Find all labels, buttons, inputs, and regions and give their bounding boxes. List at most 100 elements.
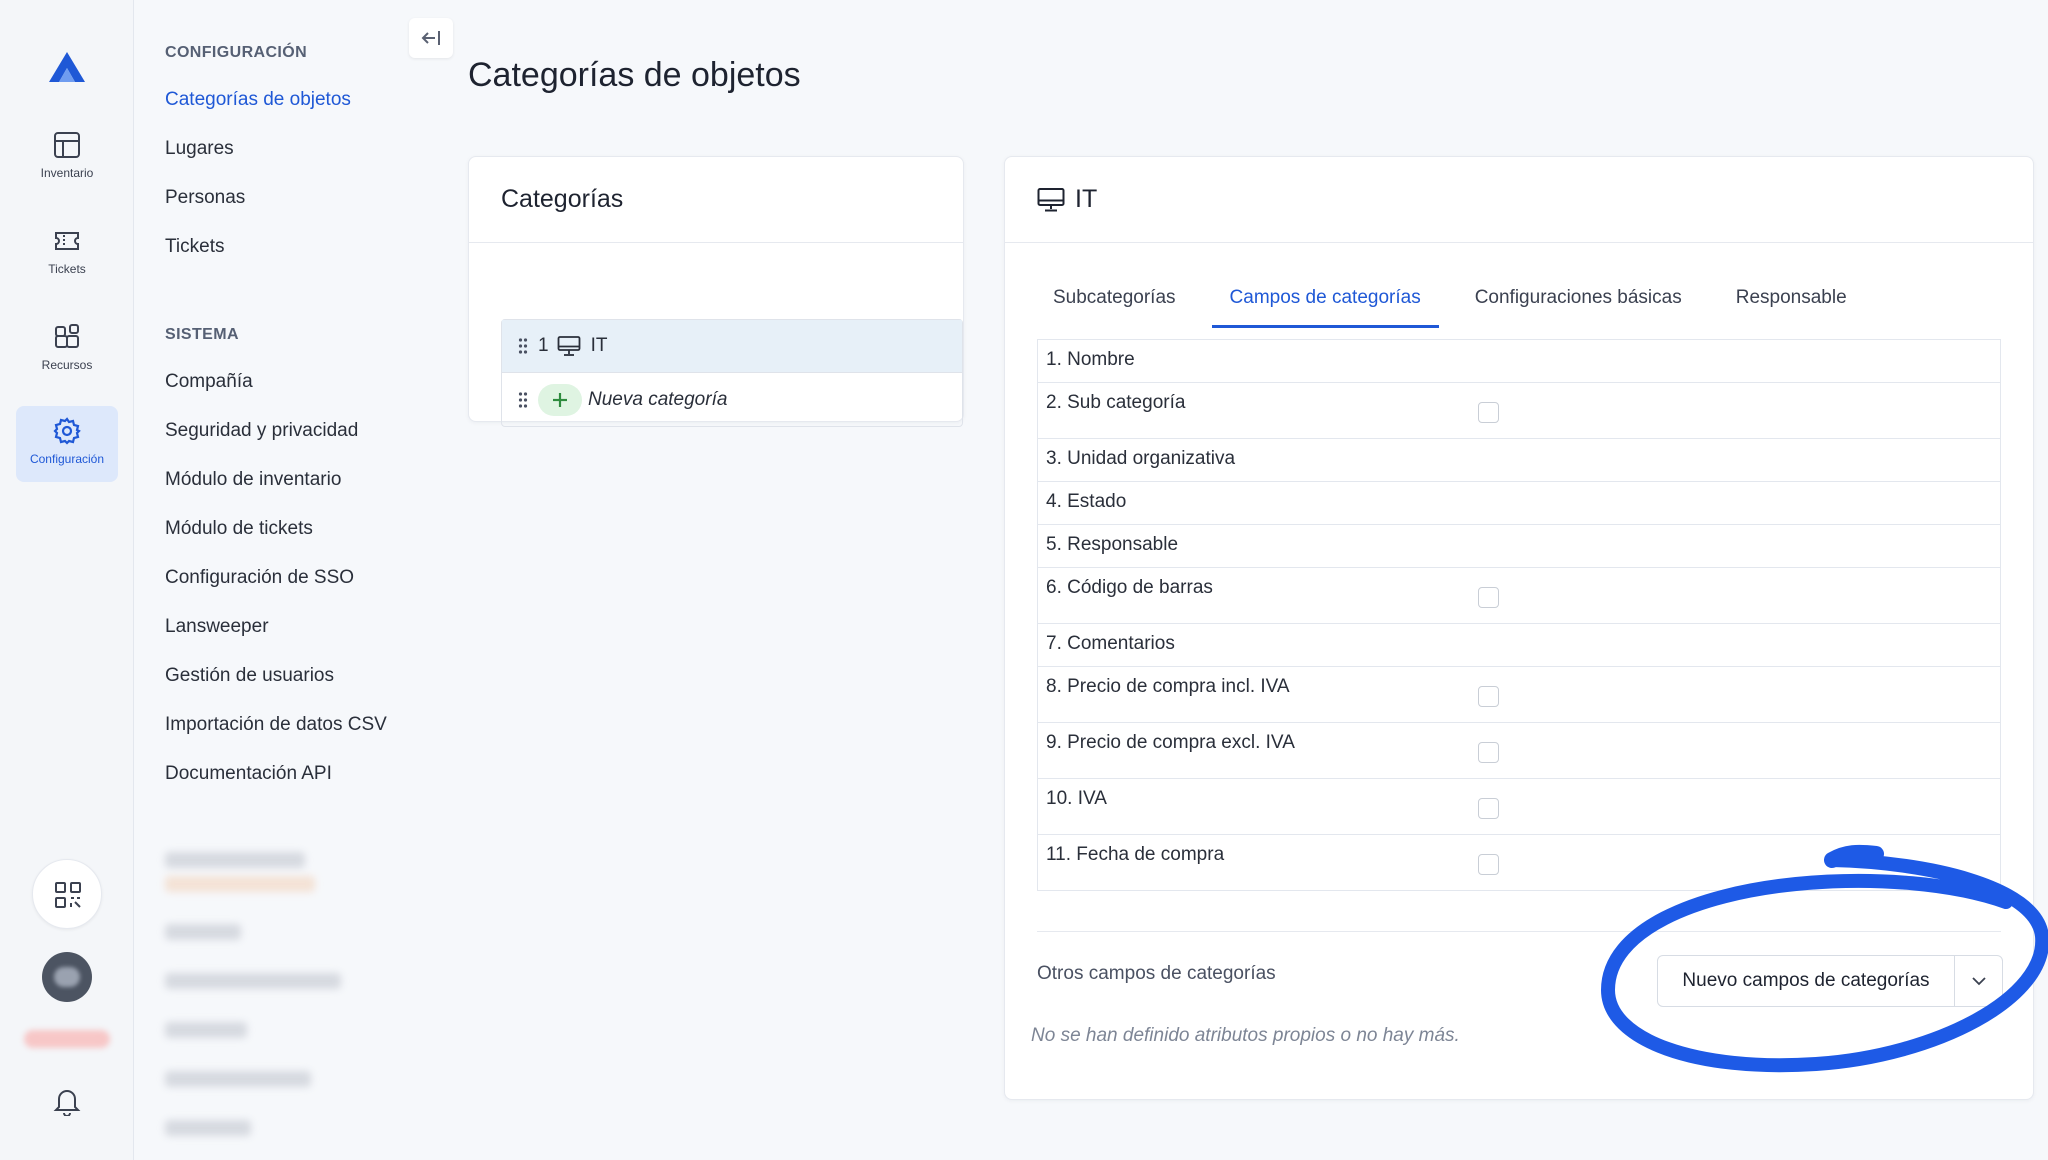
category-number: 1 — [538, 335, 549, 356]
field-label: 1. Nombre — [1046, 349, 1135, 370]
avatar[interactable] — [42, 952, 92, 1002]
blurred-menu-item — [165, 924, 241, 940]
field-label: 4. Estado — [1046, 491, 1127, 512]
field-label: 10. IVA — [1046, 788, 1107, 809]
new-category-row[interactable]: Nueva categoría — [502, 373, 962, 426]
collapse-left-icon — [421, 31, 440, 45]
category-fields-table: 1. Nombre 2. Sub categoría 3. Unidad org… — [1037, 339, 2001, 891]
menu-item-lugares[interactable]: Lugares — [165, 138, 234, 160]
ticket-icon — [55, 232, 79, 250]
field-row: 10. IVA — [1038, 779, 2000, 835]
category-detail-title: IT — [1075, 185, 1098, 213]
menu-item-compania[interactable]: Compañía — [165, 371, 253, 393]
new-field-button[interactable]: Nuevo campos de categorías — [1658, 956, 1954, 1006]
rail-item-recursos[interactable]: Recursos — [16, 312, 118, 388]
menu-item-modulo-tickets[interactable]: Módulo de tickets — [165, 518, 313, 540]
field-row: 8. Precio de compra incl. IVA — [1038, 667, 2000, 723]
blurred-menu-item — [165, 1022, 247, 1038]
categories-card: Categorías 1 IT Nueva categoría — [468, 156, 964, 427]
menu-item-sso[interactable]: Configuración de SSO — [165, 567, 354, 589]
menu-item-lansweeper[interactable]: Lansweeper — [165, 616, 269, 638]
new-field-split-button: Nuevo campos de categorías — [1657, 955, 2003, 1007]
app-logo-icon[interactable] — [47, 50, 87, 88]
field-label: 8. Precio de compra incl. IVA — [1046, 676, 1290, 697]
field-checkbox[interactable] — [1478, 798, 1499, 819]
rail-item-configuracion[interactable]: Configuración — [16, 406, 118, 482]
blurred-status-badge — [24, 1030, 110, 1048]
inventory-grid-icon — [54, 132, 80, 158]
field-label: 7. Comentarios — [1046, 633, 1175, 654]
rail-item-label: Configuración — [29, 452, 105, 466]
rail-item-inventario[interactable]: Inventario — [16, 120, 118, 196]
rail-item-label: Recursos — [41, 358, 93, 372]
field-checkbox[interactable] — [1478, 742, 1499, 763]
tab-responsable[interactable]: Responsable — [1718, 287, 1865, 328]
plus-icon — [553, 392, 567, 407]
empty-fields-note: No se han definido atributos propios o n… — [1031, 1025, 1460, 1046]
menu-section-heading: CONFIGURACIÓN — [165, 44, 308, 61]
menu-item-tickets[interactable]: Tickets — [165, 236, 224, 258]
icon-rail: Inventario Tickets Recursos Configuració… — [0, 0, 134, 1160]
tab-configuraciones-basicas[interactable]: Configuraciones básicas — [1457, 287, 1700, 328]
new-field-dropdown-toggle[interactable] — [1954, 956, 2002, 1006]
resources-icon — [55, 324, 79, 348]
collapse-menu-button[interactable] — [409, 18, 453, 58]
rail-item-label: Inventario — [40, 166, 94, 180]
monitor-icon — [557, 336, 580, 356]
category-detail-card: IT Subcategorías Campos de categorías Co… — [1004, 156, 2034, 1100]
field-row: 5. Responsable — [1038, 525, 2000, 568]
field-row: 6. Código de barras — [1038, 568, 2000, 624]
field-checkbox[interactable] — [1478, 402, 1499, 423]
chevron-down-icon — [1971, 977, 1986, 986]
menu-item-personas[interactable]: Personas — [165, 187, 245, 209]
field-row: 7. Comentarios — [1038, 624, 2000, 667]
gear-icon — [53, 417, 81, 445]
monitor-icon — [1037, 187, 1065, 211]
field-row: 11. Fecha de compra — [1038, 835, 2000, 890]
drag-handle-icon[interactable] — [518, 337, 528, 355]
tab-campos-de-categorias[interactable]: Campos de categorías — [1211, 287, 1439, 328]
rail-item-label: Tickets — [48, 262, 86, 276]
qr-code-icon — [55, 882, 81, 908]
category-detail-header: IT — [1005, 157, 2033, 243]
other-fields-label: Otros campos de categorías — [1037, 963, 1276, 984]
field-row: 3. Unidad organizativa — [1038, 439, 2000, 482]
field-checkbox[interactable] — [1478, 686, 1499, 707]
drag-handle-icon[interactable] — [518, 391, 528, 409]
menu-item-seguridad[interactable]: Seguridad y privacidad — [165, 420, 358, 442]
menu-item-gestion-usuarios[interactable]: Gestión de usuarios — [165, 665, 334, 687]
blurred-menu-item — [165, 973, 341, 989]
menu-item-modulo-inventario[interactable]: Módulo de inventario — [165, 469, 341, 491]
category-tabs: Subcategorías Campos de categorías Confi… — [1035, 287, 1883, 328]
page-title: Categorías de objetos — [468, 56, 801, 94]
rail-item-tickets[interactable]: Tickets — [16, 216, 118, 292]
field-label: 9. Precio de compra excl. IVA — [1046, 732, 1295, 753]
category-label: IT — [590, 335, 608, 356]
menu-item-importacion-csv[interactable]: Importación de datos CSV — [165, 714, 387, 736]
bell-icon[interactable] — [53, 1086, 81, 1116]
blurred-menu-item — [165, 1120, 251, 1136]
field-checkbox[interactable] — [1478, 587, 1499, 608]
categories-card-title: Categorías — [469, 157, 963, 243]
menu-section-heading: SISTEMA — [165, 326, 239, 343]
field-row: 9. Precio de compra excl. IVA — [1038, 723, 2000, 779]
field-label: 5. Responsable — [1046, 534, 1179, 555]
new-category-label[interactable]: Nueva categoría — [588, 389, 727, 411]
blurred-badge — [165, 876, 315, 892]
category-list: 1 IT Nueva categoría — [501, 319, 963, 427]
field-label: 3. Unidad organizativa — [1046, 448, 1236, 469]
blurred-menu-item — [165, 1071, 311, 1087]
field-row: 4. Estado — [1038, 482, 2000, 525]
field-label: 2. Sub categoría — [1046, 392, 1186, 413]
menu-item-documentacion-api[interactable]: Documentación API — [165, 763, 332, 785]
field-checkbox[interactable] — [1478, 854, 1499, 875]
menu-item-categorias-de-objetos[interactable]: Categorías de objetos — [165, 89, 351, 111]
field-row: 2. Sub categoría — [1038, 383, 2000, 439]
field-row: 1. Nombre — [1038, 340, 2000, 383]
tab-subcategorias[interactable]: Subcategorías — [1035, 287, 1194, 328]
section-divider — [1037, 931, 2001, 932]
field-label: 6. Código de barras — [1046, 577, 1213, 598]
category-row-it[interactable]: 1 IT — [502, 320, 962, 373]
qr-code-button[interactable] — [32, 859, 102, 929]
add-category-button[interactable] — [538, 383, 582, 416]
